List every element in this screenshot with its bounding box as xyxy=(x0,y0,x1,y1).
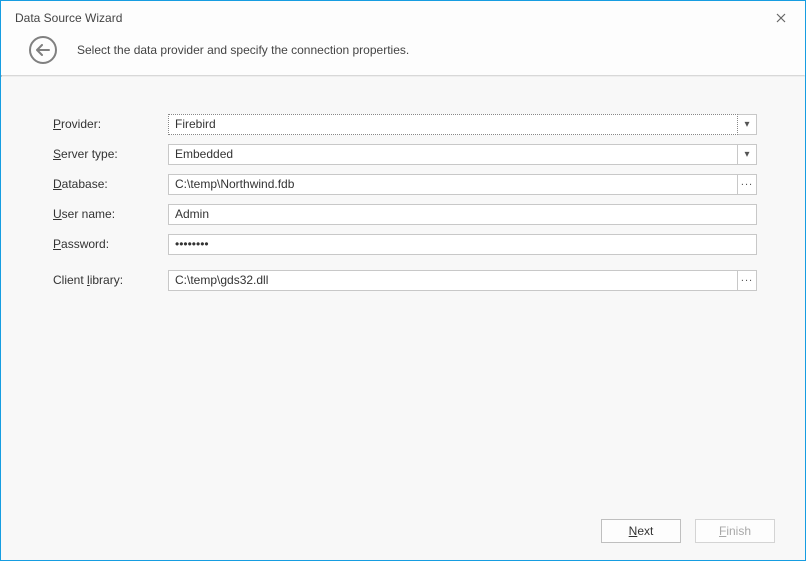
chevron-down-icon: ▾ xyxy=(744,119,749,130)
wizard-window: Data Source Wizard Select the data provi… xyxy=(0,0,806,561)
chevron-down-icon: ▾ xyxy=(744,149,749,160)
user-name-input[interactable] xyxy=(168,204,757,225)
field-server-type: ▾ xyxy=(168,144,757,165)
server-type-dropdown-button[interactable]: ▾ xyxy=(738,144,757,165)
row-password: Password: xyxy=(53,233,757,255)
label-database: Database: xyxy=(53,177,168,191)
label-password: Password: xyxy=(53,237,168,251)
back-arrow-icon xyxy=(36,44,50,56)
field-provider: ▾ xyxy=(168,114,757,135)
button-bar: Next Finish xyxy=(1,508,805,560)
field-user-name xyxy=(168,204,757,225)
row-provider: Provider: ▾ xyxy=(53,113,757,135)
back-button[interactable] xyxy=(29,36,57,64)
title-bar: Data Source Wizard xyxy=(1,1,805,35)
field-password xyxy=(168,234,757,255)
client-library-browse-button[interactable]: ... xyxy=(738,270,757,291)
close-button[interactable] xyxy=(769,6,793,30)
server-type-input[interactable] xyxy=(168,144,738,165)
client-library-input[interactable] xyxy=(168,270,738,291)
database-browse-button[interactable]: ... xyxy=(738,174,757,195)
instruction-text: Select the data provider and specify the… xyxy=(77,43,409,57)
provider-input[interactable] xyxy=(168,114,738,135)
database-input[interactable] xyxy=(168,174,738,195)
ellipsis-icon: ... xyxy=(741,272,753,284)
row-user-name: User name: xyxy=(53,203,757,225)
row-client-library: Client library: ... xyxy=(53,269,757,291)
label-user-name: User name: xyxy=(53,207,168,221)
provider-dropdown-button[interactable]: ▾ xyxy=(738,114,757,135)
finish-button: Finish xyxy=(695,519,775,543)
label-client-library: Client library: xyxy=(53,273,168,287)
row-server-type: Server type: ▾ xyxy=(53,143,757,165)
field-database: ... xyxy=(168,174,757,195)
close-icon xyxy=(776,13,786,23)
form-content: Provider: ▾ Server type: ▾ Database: ...… xyxy=(1,77,805,508)
next-button[interactable]: Next xyxy=(601,519,681,543)
row-database: Database: ... xyxy=(53,173,757,195)
ellipsis-icon: ... xyxy=(741,176,753,188)
window-title: Data Source Wizard xyxy=(15,11,769,25)
sub-header: Select the data provider and specify the… xyxy=(1,35,805,75)
field-client-library: ... xyxy=(168,270,757,291)
label-server-type: Server type: xyxy=(53,147,168,161)
label-provider: Provider: xyxy=(53,117,168,131)
password-input[interactable] xyxy=(168,234,757,255)
